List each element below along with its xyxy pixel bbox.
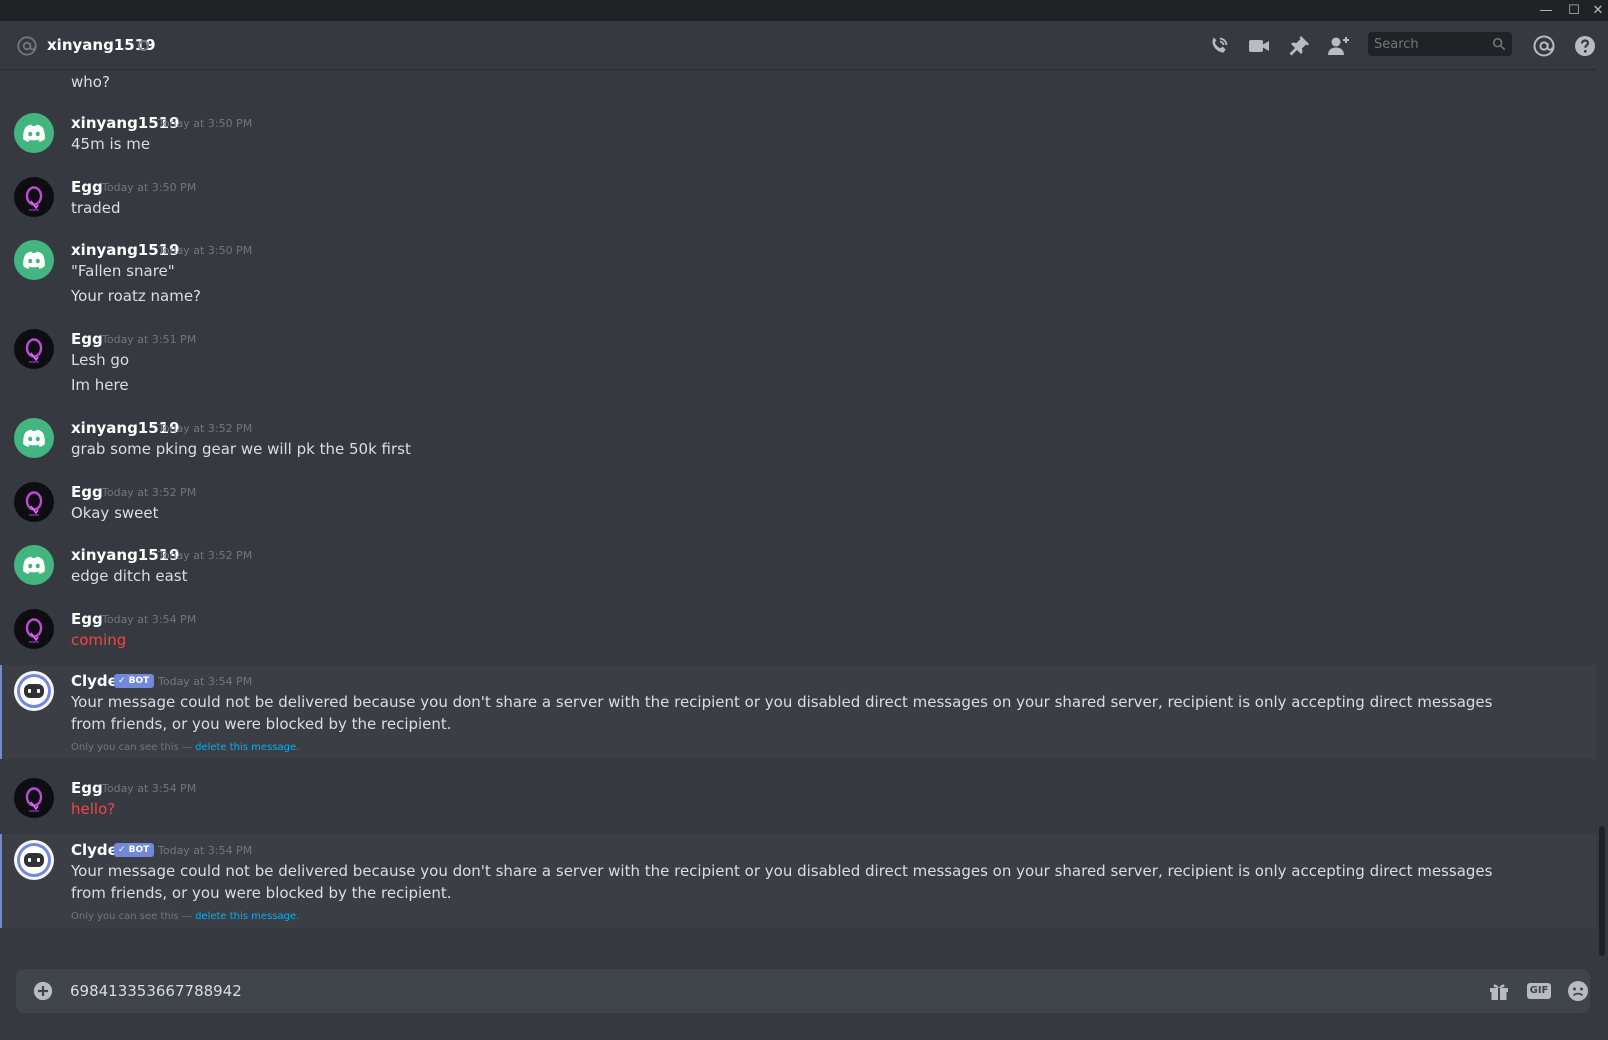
message-item[interactable]: xinyang1519 Today at 3:50 PM "Fallen sna… [0, 238, 1596, 318]
avatar[interactable] [14, 609, 54, 649]
add-friend-icon[interactable] [1327, 34, 1351, 58]
message-content: Your message could not be delivered beca… [71, 693, 1493, 733]
ephemeral-note: Only you can see this — delete this mess… [71, 910, 299, 924]
ephemeral-note-text: Only you can see this — [71, 742, 196, 753]
message-timestamp: Today at 3:52 PM [158, 549, 253, 562]
author-name[interactable]: Egg [71, 482, 103, 502]
clyde-system-message[interactable]: Clyde ✓ BOT Today at 3:54 PM Your messag… [0, 665, 1596, 759]
clyde-system-message[interactable]: Clyde ✓ BOT Today at 3:54 PM Your messag… [0, 834, 1596, 928]
avatar[interactable] [14, 240, 54, 280]
message-item[interactable]: Egg Today at 3:51 PM Lesh go Im here [0, 327, 1596, 407]
help-icon[interactable] [1573, 34, 1597, 58]
message-content: "Fallen snare" [71, 262, 175, 280]
message-item[interactable]: Egg Today at 3:54 PM coming [0, 607, 1596, 661]
clyde-bot-icon [17, 674, 51, 708]
search-box[interactable] [1368, 32, 1512, 56]
discord-logo-icon [23, 251, 45, 269]
mentions-icon[interactable] [1532, 34, 1556, 58]
at-icon [17, 36, 37, 56]
message-item[interactable]: xinyang1519 Today at 3:52 PM grab some p… [0, 416, 1596, 470]
message-item[interactable]: xinyang1519 Today at 3:52 PM edge ditch … [0, 543, 1596, 597]
delete-message-link[interactable]: delete this message. [195, 742, 299, 753]
gif-label: GIF [1527, 983, 1551, 999]
emoji-icon[interactable] [1566, 979, 1590, 1003]
avatar[interactable] [14, 778, 54, 818]
voice-call-icon[interactable] [1207, 34, 1231, 58]
gift-icon[interactable] [1487, 979, 1511, 1003]
bot-tag-badge: ✓ BOT [114, 843, 155, 857]
message-content: traded [71, 199, 121, 217]
clyde-bot-icon [17, 843, 51, 877]
message-timestamp: Today at 3:54 PM [158, 675, 253, 688]
egg-avatar-icon [25, 787, 43, 812]
pin-icon[interactable] [1287, 34, 1311, 58]
ephemeral-note-text: Only you can see this — [71, 911, 196, 922]
author-name[interactable]: Clyde [71, 671, 118, 691]
message-content: Okay sweet [71, 504, 159, 522]
search-icon [1492, 37, 1506, 51]
message-timestamp: Today at 3:54 PM [102, 613, 197, 626]
discord-logo-icon [23, 429, 45, 447]
egg-avatar-icon [25, 186, 43, 211]
message-content: 45m is me [71, 135, 151, 153]
message-timestamp: Today at 3:51 PM [102, 333, 197, 346]
message-timestamp: Today at 3:52 PM [158, 422, 253, 435]
egg-avatar-icon [25, 338, 43, 363]
author-name[interactable]: Egg [71, 778, 103, 798]
minimize-button[interactable]: — [1532, 0, 1560, 21]
message-timestamp: Today at 3:50 PM [102, 181, 197, 194]
message-timestamp: Today at 3:52 PM [102, 486, 197, 499]
message-input[interactable] [70, 969, 1430, 1013]
message-content: Im here [71, 376, 129, 394]
message-content: Your roatz name? [71, 287, 202, 305]
egg-avatar-icon [25, 618, 43, 643]
message-content: Your message could not be delivered beca… [71, 862, 1493, 902]
message-timestamp: Today at 3:54 PM [158, 844, 253, 857]
author-name[interactable]: Egg [71, 329, 103, 349]
egg-avatar-icon [25, 491, 43, 516]
message-content: edge ditch east [71, 567, 188, 585]
window-title-bar: — ☐ ✕ [0, 0, 1608, 21]
discord-logo-icon [23, 124, 45, 142]
message-timestamp: Today at 3:54 PM [102, 782, 197, 795]
channel-header: xinyang1519 [0, 21, 1608, 69]
ephemeral-note: Only you can see this — delete this mess… [71, 741, 299, 755]
upload-plus-icon[interactable] [32, 980, 54, 1002]
message-content: grab some pking gear we will pk the 50k … [71, 440, 411, 458]
status-indicator-icon [138, 40, 149, 51]
close-window-button[interactable]: ✕ [1584, 0, 1608, 21]
avatar[interactable] [14, 418, 54, 458]
message-item[interactable]: Egg Today at 3:50 PM traded [0, 175, 1596, 229]
scrollbar-thumb[interactable] [1599, 826, 1605, 956]
avatar[interactable] [14, 840, 54, 880]
author-name[interactable]: Clyde [71, 840, 118, 860]
bot-tag-badge: ✓ BOT [114, 674, 155, 688]
message-item[interactable]: Egg Today at 3:54 PM hello? [0, 776, 1596, 830]
avatar[interactable] [14, 482, 54, 522]
message-item[interactable]: xinyang1519 Today at 3:50 PM 45m is me [0, 111, 1596, 165]
message-item[interactable]: Egg Today at 3:52 PM Okay sweet [0, 480, 1596, 534]
discord-logo-icon [23, 556, 45, 574]
failed-message-content: coming [71, 631, 127, 649]
message-timestamp: Today at 3:50 PM [158, 244, 253, 257]
avatar[interactable] [14, 177, 54, 217]
message-list[interactable]: who? xinyang1519 Today at 3:50 PM 45m is… [0, 69, 1596, 959]
avatar[interactable] [14, 113, 54, 153]
message-timestamp: Today at 3:50 PM [158, 117, 253, 130]
avatar[interactable] [14, 671, 54, 711]
author-name[interactable]: Egg [71, 609, 103, 629]
author-name[interactable]: Egg [71, 177, 103, 197]
failed-message-content: hello? [71, 800, 116, 818]
message-content: who? [71, 73, 110, 91]
message-content: Lesh go [71, 351, 130, 369]
video-call-icon[interactable] [1247, 34, 1271, 58]
search-input[interactable] [1374, 32, 1484, 56]
delete-message-link[interactable]: delete this message. [195, 911, 299, 922]
gif-icon[interactable]: GIF [1526, 979, 1552, 1003]
avatar[interactable] [14, 329, 54, 369]
message-composer: GIF [16, 969, 1590, 1013]
avatar[interactable] [14, 545, 54, 585]
